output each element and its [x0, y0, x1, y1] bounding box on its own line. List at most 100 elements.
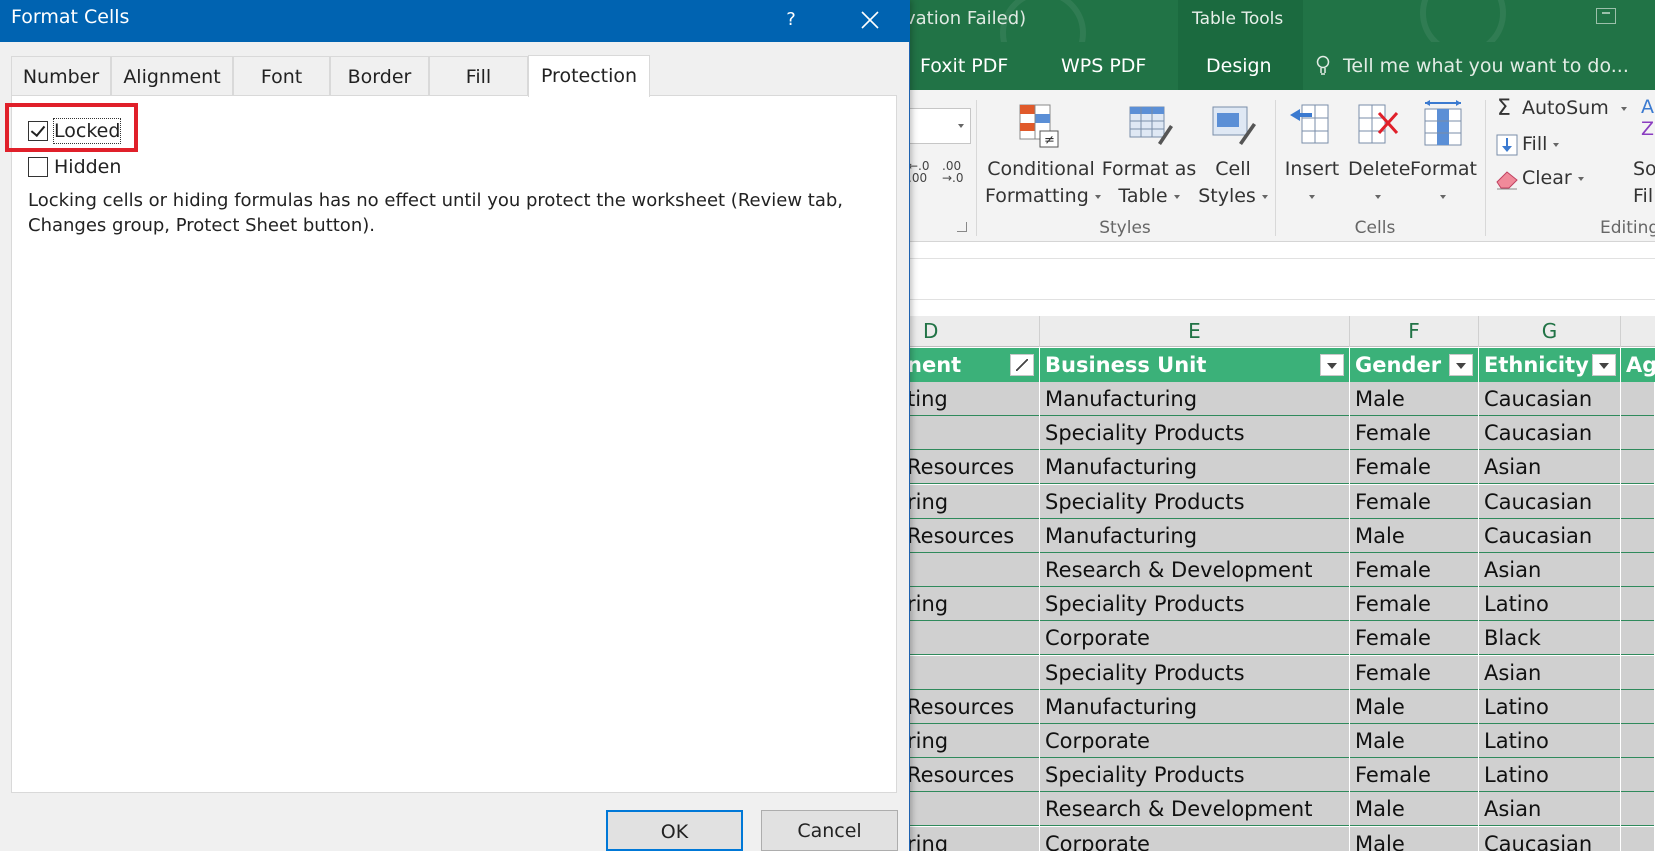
table-cell[interactable]: Manufacturing	[1040, 450, 1350, 485]
table-cell[interactable]: Speciality Products	[1040, 587, 1350, 622]
header-gender-label: Gender	[1355, 353, 1442, 377]
table-cell[interactable]	[1621, 553, 1655, 587]
table-cell[interactable]: Speciality Products	[1040, 655, 1350, 690]
table-cell[interactable]: Manufacturing	[1040, 382, 1350, 416]
tab-foxit-pdf[interactable]: Foxit PDF	[920, 55, 1008, 77]
cancel-button[interactable]: Cancel	[761, 810, 898, 851]
table-cell[interactable]: Research & Development	[1040, 792, 1350, 827]
increase-decimal-button[interactable]: ←.0.00	[908, 160, 930, 184]
table-cell[interactable]: Asian	[1479, 450, 1621, 485]
table-cell[interactable]	[1621, 724, 1655, 758]
table-cell[interactable]: Asian	[1479, 655, 1621, 690]
column-header-g[interactable]: G	[1479, 316, 1621, 347]
table-cell[interactable]	[1621, 484, 1655, 519]
table-cell[interactable]: Manufacturing	[1040, 689, 1350, 724]
close-button[interactable]	[852, 3, 886, 37]
sort-filter-button[interactable]: So Fil	[1633, 156, 1655, 210]
table-cell[interactable]: Corporate	[1040, 724, 1350, 758]
table-cell[interactable]: Male	[1350, 382, 1479, 416]
table-cell[interactable]: Caucasian	[1479, 382, 1621, 416]
conditional-formatting-label-2: Formatting	[985, 185, 1089, 207]
table-cell[interactable]	[1621, 826, 1655, 851]
conditional-formatting-button[interactable]: Conditional Formatting	[985, 156, 1101, 210]
table-cell[interactable]: Asian	[1479, 792, 1621, 827]
cell-styles-label: Cell	[1215, 158, 1251, 180]
autosum-button[interactable]: AutoSum	[1522, 97, 1627, 119]
table-cell[interactable]: Research & Development	[1040, 553, 1350, 587]
table-cell[interactable]: Female	[1350, 553, 1479, 587]
table-cell[interactable]: Latino	[1479, 724, 1621, 758]
table-cell[interactable]: Caucasian	[1479, 518, 1621, 553]
table-cell[interactable]: Caucasian	[1479, 416, 1621, 451]
filter-dropdown-icon[interactable]	[1592, 354, 1616, 376]
table-cell[interactable]: Speciality Products	[1040, 416, 1350, 451]
tab-protection[interactable]: Protection	[528, 55, 650, 97]
table-cell[interactable]: Caucasian	[1479, 826, 1621, 851]
table-cell[interactable]: Male	[1350, 724, 1479, 758]
cell-styles-button[interactable]: Cell Styles	[1198, 156, 1268, 210]
help-button[interactable]: ?	[776, 3, 806, 37]
table-cell[interactable]: Male	[1350, 518, 1479, 553]
table-cell[interactable]: Female	[1350, 416, 1479, 451]
filter-active-icon[interactable]	[1010, 354, 1034, 376]
table-cell[interactable]: Female	[1350, 450, 1479, 485]
table-cell[interactable]: Manufacturing	[1040, 518, 1350, 553]
table-cell[interactable]: Female	[1350, 758, 1479, 793]
lightbulb-icon	[1316, 55, 1330, 75]
tab-fill[interactable]: Fill	[429, 56, 528, 96]
table-cell[interactable]: Black	[1479, 621, 1621, 656]
format-as-table-button[interactable]: Format as Table	[1100, 156, 1198, 210]
table-cell[interactable]: Female	[1350, 587, 1479, 622]
tab-font[interactable]: Font	[233, 56, 330, 96]
table-cell[interactable]: Latino	[1479, 758, 1621, 793]
filter-dropdown-icon[interactable]	[1320, 354, 1344, 376]
delete-button[interactable]: Delete	[1348, 156, 1410, 210]
table-cell[interactable]	[1621, 621, 1655, 656]
table-cell[interactable]	[1621, 450, 1655, 485]
tell-me-search[interactable]: Tell me what you want to do...	[1343, 55, 1629, 77]
number-dialog-launcher-icon[interactable]	[957, 222, 967, 232]
table-cell[interactable]: Speciality Products	[1040, 758, 1350, 793]
format-button[interactable]: Format	[1410, 156, 1477, 210]
hidden-label[interactable]: Hidden	[54, 155, 121, 179]
table-cell[interactable]: Latino	[1479, 587, 1621, 622]
table-cell[interactable]	[1621, 416, 1655, 451]
column-header-f[interactable]: F	[1350, 316, 1479, 347]
table-cell[interactable]	[1621, 689, 1655, 724]
hidden-checkbox[interactable]	[28, 157, 48, 177]
number-format-combo[interactable]	[908, 108, 971, 144]
column-header-e[interactable]: E	[1040, 316, 1350, 347]
table-cell[interactable]: Male	[1350, 826, 1479, 851]
fill-button[interactable]: Fill	[1522, 133, 1560, 155]
tab-alignment[interactable]: Alignment	[111, 56, 233, 96]
table-cell[interactable]: Asian	[1479, 553, 1621, 587]
ok-button[interactable]: OK	[606, 810, 743, 851]
table-cell[interactable]: Corporate	[1040, 826, 1350, 851]
hidden-checkbox-row[interactable]: Hidden	[28, 155, 128, 179]
table-cell[interactable]	[1621, 655, 1655, 690]
decrease-decimal-button[interactable]: .00 →.0	[942, 160, 964, 184]
clear-button[interactable]: Clear	[1522, 167, 1584, 189]
tab-design[interactable]: Design	[1206, 55, 1272, 77]
tab-border[interactable]: Border	[330, 56, 429, 96]
table-cell[interactable]: Latino	[1479, 689, 1621, 724]
filter-dropdown-icon[interactable]	[1449, 354, 1473, 376]
table-cell[interactable]: Female	[1350, 655, 1479, 690]
table-cell[interactable]	[1621, 587, 1655, 622]
insert-button[interactable]: Insert	[1282, 156, 1342, 210]
table-cell[interactable]: Female	[1350, 484, 1479, 519]
table-cell[interactable]: Male	[1350, 689, 1479, 724]
dialog-title-bar[interactable]: Format Cells ?	[0, 0, 910, 42]
ribbon-display-options-icon[interactable]	[1596, 8, 1616, 24]
table-cell[interactable]	[1621, 518, 1655, 553]
tab-number[interactable]: Number	[11, 56, 111, 96]
table-cell[interactable]: Female	[1350, 621, 1479, 656]
table-cell[interactable]: Speciality Products	[1040, 484, 1350, 519]
tab-wps-pdf[interactable]: WPS PDF	[1061, 55, 1146, 77]
table-cell[interactable]	[1621, 758, 1655, 793]
table-cell[interactable]: Male	[1350, 792, 1479, 827]
table-cell[interactable]	[1621, 382, 1655, 416]
table-cell[interactable]: Corporate	[1040, 621, 1350, 656]
table-cell[interactable]	[1621, 792, 1655, 827]
table-cell[interactable]: Caucasian	[1479, 484, 1621, 519]
